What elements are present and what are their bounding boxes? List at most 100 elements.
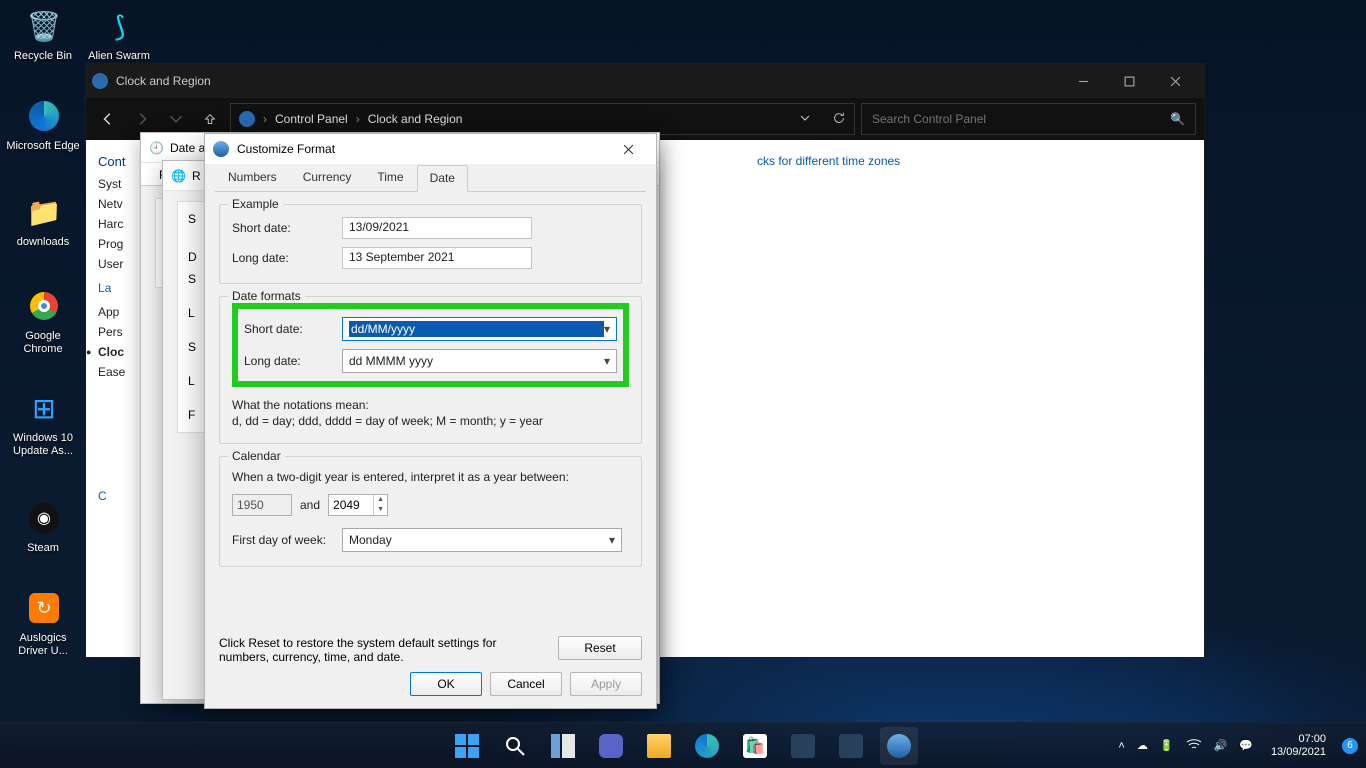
desktop-icon-auslogics[interactable]: ↻ Auslogics Driver U... bbox=[6, 588, 82, 658]
back-button[interactable] bbox=[94, 105, 122, 133]
steam-icon: ◉ bbox=[24, 498, 64, 538]
cancel-button[interactable]: Cancel bbox=[490, 672, 562, 696]
close-button[interactable] bbox=[1152, 66, 1198, 96]
edge-icon bbox=[24, 96, 64, 136]
desktop-icon-steam[interactable]: ◉ Steam bbox=[6, 498, 82, 555]
clock-date: 13/09/2021 bbox=[1271, 746, 1326, 759]
desktop-icon-label: Recycle Bin bbox=[6, 50, 80, 63]
ok-button[interactable]: OK bbox=[410, 672, 482, 696]
desktop-icon-alien-swarm[interactable]: ⟆ Alien Swarm bbox=[82, 6, 158, 63]
battery-icon[interactable]: 🔋 bbox=[1160, 739, 1174, 752]
desktop-icon-win10-update[interactable]: ⊞ Windows 10 Update As... bbox=[6, 388, 82, 458]
address-bar[interactable]: › Control Panel › Clock and Region bbox=[230, 103, 855, 135]
notation-heading: What the notations mean: bbox=[232, 397, 629, 413]
desktop-icon-recycle-bin[interactable]: 🗑️ Recycle Bin bbox=[6, 6, 82, 63]
taskbar-app-active[interactable] bbox=[880, 727, 918, 765]
desktop-icon-label: Auslogics Driver U... bbox=[6, 632, 80, 658]
year-range-and-label: and bbox=[300, 498, 320, 512]
address-dropdown-button[interactable] bbox=[800, 112, 810, 126]
clock-time: 07:00 bbox=[1271, 733, 1326, 746]
window-titlebar[interactable]: Clock and Region bbox=[86, 64, 1204, 98]
chrome-icon bbox=[24, 286, 64, 326]
reset-button[interactable]: Reset bbox=[558, 636, 642, 660]
task-link[interactable]: cks for different time zones bbox=[757, 154, 900, 168]
action-center-icon[interactable]: 💬 bbox=[1239, 739, 1253, 752]
taskbar: 🛍️ ˄ ☁ 🔋 🔊 💬 07:00 13/09/2021 6 bbox=[0, 722, 1366, 768]
close-button[interactable] bbox=[608, 136, 648, 162]
chevron-right-icon: › bbox=[263, 112, 267, 126]
store-button[interactable]: 🛍️ bbox=[736, 727, 774, 765]
taskbar-clock[interactable]: 07:00 13/09/2021 bbox=[1271, 733, 1326, 758]
control-panel-icon bbox=[92, 73, 108, 89]
group-legend: Example bbox=[228, 197, 283, 211]
chat-button[interactable] bbox=[592, 727, 630, 765]
tab-strip: Numbers Currency Time Date bbox=[205, 164, 656, 191]
desktop-icon-label: Alien Swarm bbox=[82, 50, 156, 63]
volume-icon[interactable]: 🔊 bbox=[1214, 739, 1228, 752]
notification-badge[interactable]: 6 bbox=[1342, 738, 1358, 754]
date-formats-group: Date formats Short date: dd/MM/yyyy ▾ Lo… bbox=[219, 296, 642, 444]
reset-hint-text: Click Reset to restore the system defaul… bbox=[219, 636, 538, 664]
apply-button[interactable]: Apply bbox=[570, 672, 642, 696]
short-date-example-value: 13/09/2021 bbox=[342, 217, 532, 239]
group-legend: Calendar bbox=[228, 449, 285, 463]
dialog-title: R bbox=[192, 169, 201, 183]
tab-numbers[interactable]: Numbers bbox=[215, 164, 290, 191]
onedrive-icon[interactable]: ☁ bbox=[1137, 739, 1148, 752]
desktop-icon-downloads[interactable]: 📁 downloads bbox=[6, 192, 82, 249]
recycle-bin-icon: 🗑️ bbox=[24, 6, 64, 46]
long-date-format-value: dd MMMM yyyy bbox=[349, 354, 604, 368]
refresh-button[interactable] bbox=[832, 111, 846, 128]
globe-clock-icon bbox=[213, 141, 229, 157]
desktop-icon-label: Microsoft Edge bbox=[6, 140, 80, 153]
year-range-to-field[interactable]: ▲▼ bbox=[328, 494, 388, 516]
tab-date[interactable]: Date bbox=[417, 165, 468, 192]
dialog-titlebar[interactable]: Customize Format bbox=[205, 134, 656, 164]
task-view-button[interactable] bbox=[544, 727, 582, 765]
long-date-format-combobox[interactable]: dd MMMM yyyy ▾ bbox=[342, 349, 617, 373]
dialog-title: Date a bbox=[170, 141, 205, 155]
recent-dropdown-button[interactable] bbox=[162, 105, 190, 133]
annotation-highlight: Short date: dd/MM/yyyy ▾ Long date: dd M… bbox=[232, 303, 629, 387]
desktop-icon-label: Windows 10 Update As... bbox=[6, 432, 80, 458]
start-button[interactable] bbox=[448, 727, 486, 765]
two-digit-year-label: When a two-digit year is entered, interp… bbox=[232, 469, 629, 485]
spinner-up-icon[interactable]: ▲ bbox=[374, 495, 387, 505]
year-range-from-field bbox=[232, 494, 292, 516]
folder-icon: 📁 bbox=[24, 192, 64, 232]
forward-button[interactable] bbox=[128, 105, 156, 133]
group-legend: Date formats bbox=[228, 289, 305, 303]
tab-currency[interactable]: Currency bbox=[290, 164, 365, 191]
explorer-button[interactable] bbox=[640, 727, 678, 765]
maximize-button[interactable] bbox=[1106, 66, 1152, 96]
chevron-right-icon: › bbox=[356, 112, 360, 126]
desktop-icon-chrome[interactable]: Google Chrome bbox=[6, 286, 82, 356]
desktop-icon-label: downloads bbox=[6, 236, 80, 249]
short-date-format-label: Short date: bbox=[244, 322, 342, 336]
breadcrumb-segment[interactable]: Clock and Region bbox=[368, 112, 463, 126]
short-date-format-combobox[interactable]: dd/MM/yyyy ▾ bbox=[342, 317, 617, 341]
spinner-down-icon[interactable]: ▼ bbox=[374, 505, 387, 515]
alien-icon: ⟆ bbox=[100, 6, 140, 46]
taskbar-app[interactable] bbox=[784, 727, 822, 765]
tray-chevron-icon[interactable]: ˄ bbox=[1118, 740, 1124, 752]
search-button[interactable] bbox=[496, 727, 534, 765]
up-button[interactable] bbox=[196, 105, 224, 133]
windows-icon: ⊞ bbox=[24, 388, 64, 428]
year-to-input[interactable] bbox=[329, 495, 373, 515]
taskbar-app[interactable] bbox=[832, 727, 870, 765]
search-input[interactable] bbox=[872, 112, 1170, 126]
wifi-icon[interactable] bbox=[1186, 738, 1202, 753]
minimize-button[interactable] bbox=[1060, 66, 1106, 96]
long-date-format-label: Long date: bbox=[244, 354, 342, 368]
auslogics-icon: ↻ bbox=[24, 588, 64, 628]
tab-time[interactable]: Time bbox=[364, 164, 416, 191]
first-day-label: First day of week: bbox=[232, 533, 342, 547]
breadcrumb-segment[interactable]: Control Panel bbox=[275, 112, 348, 126]
dialog-title: Customize Format bbox=[237, 142, 335, 156]
edge-button[interactable] bbox=[688, 727, 726, 765]
search-box[interactable]: 🔍 bbox=[861, 103, 1196, 135]
desktop-icon-edge[interactable]: Microsoft Edge bbox=[6, 96, 82, 153]
first-day-combobox[interactable]: Monday ▾ bbox=[342, 528, 622, 552]
long-date-example-value: 13 September 2021 bbox=[342, 247, 532, 269]
